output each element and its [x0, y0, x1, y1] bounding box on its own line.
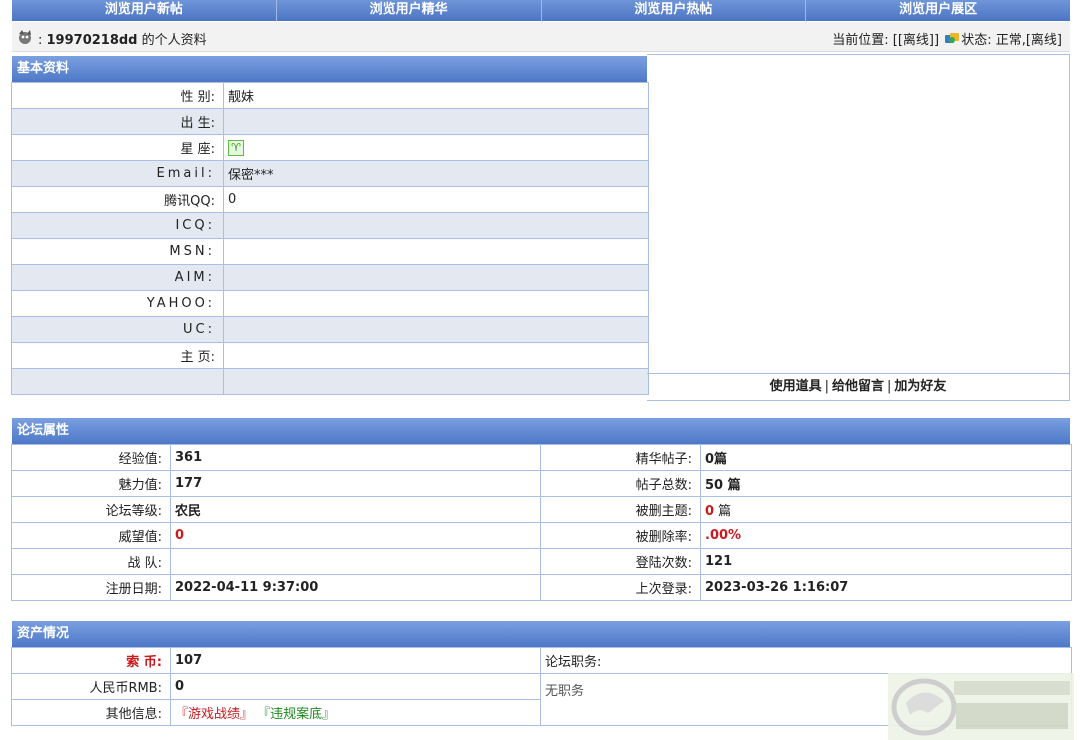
row-charm: 魅力值: 177 帖子总数: 50 篇 — [11, 470, 1072, 497]
gender-value: 靓妹 — [223, 82, 649, 109]
row-zodiac: 星 座: ♈ — [11, 134, 649, 161]
profile-info-bar: : 19970218dd 的个人资料 当前位置: [[离线]] 状态: 正常,[… — [12, 22, 1070, 52]
user-avatar-icon — [19, 30, 31, 44]
birth-value — [223, 108, 649, 135]
use-item-link[interactable]: 使用道具 — [770, 379, 822, 394]
profile-title: : 19970218dd 的个人资料 — [38, 33, 207, 48]
row-msn: MSN: — [11, 238, 649, 265]
uc-value — [223, 316, 649, 343]
forum-attr-table: 经验值: 361 精华帖子: 0篇 魅力值: 177 帖子总数: 50 篇 论坛等级: 农民被… — [11, 444, 1072, 601]
row-prestige: 威望值: 0 被删除率: .00% — [11, 522, 1072, 549]
profile-actions: 使用道具 | 给他留言 | 加为好友 — [647, 373, 1069, 400]
leave-message-link[interactable]: 给他留言 — [832, 379, 884, 394]
add-friend-link[interactable]: 加为好友 — [894, 379, 946, 394]
top-nav: 浏览用户新帖 浏览用户精华 浏览用户热帖 浏览用户展区 — [12, 0, 1070, 21]
current-location: 当前位置: [[离线]] — [832, 33, 940, 48]
row-gender: 性 别: 靓妹 — [11, 82, 649, 109]
watermark-logo — [888, 673, 1074, 740]
nav-user-hot-posts[interactable]: 浏览用户热帖 — [540, 0, 806, 21]
row-aim: AIM: — [11, 264, 649, 291]
homepage-value[interactable] — [223, 342, 649, 369]
row-experience: 经验值: 361 精华帖子: 0篇 — [11, 444, 1072, 471]
basic-info-table: 性 别: 靓妹 出 生: 星 座: ♈ Email: 保密*** 腾讯QQ: 0 ICQ… — [11, 82, 649, 395]
row-empty — [11, 368, 649, 395]
email-value: 保密*** — [223, 160, 649, 187]
online-status-icon — [945, 33, 960, 43]
row-coins: 索 币: 107 论坛职务: — [11, 647, 1072, 674]
status-text: 状态: 正常,[离线] — [961, 33, 1062, 48]
duty-label: 论坛职务: — [540, 647, 1072, 674]
aim-value — [223, 264, 649, 291]
zodiac-icon: ♈ — [228, 139, 244, 156]
row-homepage: 主 页: — [11, 342, 649, 369]
row-qq: 腾讯QQ: 0 — [11, 186, 649, 213]
row-yahoo: YAHOO: — [11, 290, 649, 317]
nav-user-new-posts[interactable]: 浏览用户新帖 — [12, 0, 276, 21]
username: 19970218dd — [46, 33, 138, 48]
forum-attr-header: 论坛属性 — [12, 418, 1070, 444]
basic-info-header: 基本资料 — [12, 56, 647, 82]
msn-value — [223, 238, 649, 265]
avatar-panel: 使用道具 | 给他留言 | 加为好友 — [647, 54, 1070, 401]
row-register: 注册日期: 2022-04-11 9:37:00 上次登录: 2023-03-26 1… — [11, 574, 1072, 601]
row-icq: ICQ: — [11, 212, 649, 239]
violation-record-link[interactable]: 『违规案底』 — [257, 707, 335, 722]
icq-value — [223, 212, 649, 239]
row-level: 论坛等级: 农民 被删主题: 0 篇 — [11, 496, 1072, 523]
status-area: 当前位置: [[离线]] 状态: 正常,[离线] — [832, 29, 1062, 48]
game-record-link[interactable]: 『游戏战绩』 — [175, 707, 253, 722]
row-birth: 出 生: — [11, 108, 649, 135]
row-uc: UC: — [11, 316, 649, 343]
nav-user-essence[interactable]: 浏览用户精华 — [275, 0, 541, 21]
row-email: Email: 保密*** — [11, 160, 649, 187]
row-team: 战 队: 登陆次数: 121 — [11, 548, 1072, 575]
yahoo-value — [223, 290, 649, 317]
nav-user-showcase[interactable]: 浏览用户展区 — [805, 0, 1070, 21]
assets-header: 资产情况 — [12, 621, 1070, 647]
qq-value: 0 — [223, 186, 649, 213]
profile-suffix: 的个人资料 — [137, 33, 207, 48]
